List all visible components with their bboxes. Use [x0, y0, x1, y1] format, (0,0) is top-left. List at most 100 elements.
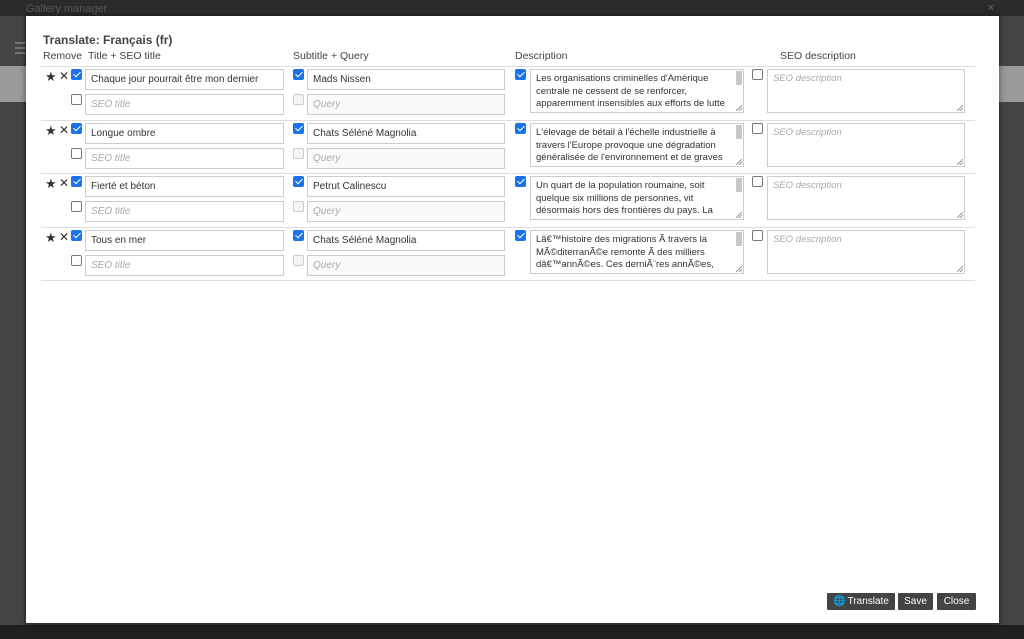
- seo-title-input[interactable]: SEO title: [85, 148, 284, 169]
- seo-title-checkbox[interactable]: [71, 201, 82, 212]
- star-icon[interactable]: ★: [45, 176, 57, 192]
- resize-handle[interactable]: [957, 105, 963, 111]
- resize-handle[interactable]: [957, 159, 963, 165]
- seo-description-textarea[interactable]: SEO description: [767, 176, 965, 220]
- header-remove: Remove: [43, 50, 83, 62]
- seo-description-placeholder: SEO description: [773, 234, 842, 245]
- translate-button[interactable]: 🌐 Translate: [827, 593, 895, 610]
- header-title-seo: Title + SEO title: [88, 50, 161, 62]
- resize-handle[interactable]: [957, 212, 963, 218]
- close-button[interactable]: Close: [937, 593, 976, 610]
- query-checkbox[interactable]: [293, 94, 304, 105]
- query-checkbox[interactable]: [293, 201, 304, 212]
- window-title: Gallery manager: [26, 3, 108, 15]
- description-text: Un quart de la population roumaine, soit…: [536, 180, 713, 216]
- query-input[interactable]: Query: [307, 148, 505, 169]
- subtitle-checkbox[interactable]: [293, 123, 304, 134]
- remove-icon[interactable]: ✕: [59, 123, 69, 137]
- seo-title-input[interactable]: SEO title: [85, 94, 284, 115]
- description-checkbox[interactable]: [515, 176, 526, 187]
- subtitle-input[interactable]: Mads Nissen: [307, 69, 505, 90]
- seo-title-checkbox[interactable]: [71, 148, 82, 159]
- seo-description-checkbox[interactable]: [752, 176, 763, 187]
- title-input[interactable]: Tous en mer: [85, 230, 284, 251]
- seo-description-checkbox[interactable]: [752, 123, 763, 134]
- subtitle-checkbox[interactable]: [293, 69, 304, 80]
- seo-description-placeholder: SEO description: [773, 127, 842, 138]
- translation-row: ★ ✕ Fierté et béton SEO title Petrut Calines…: [41, 173, 975, 226]
- remove-icon[interactable]: ✕: [59, 69, 69, 83]
- seo-title-input[interactable]: SEO title: [85, 201, 284, 222]
- backdrop-left: [0, 16, 24, 639]
- resize-handle[interactable]: [957, 266, 963, 272]
- query-checkbox[interactable]: [293, 255, 304, 266]
- title-checkbox[interactable]: [71, 230, 82, 241]
- star-icon[interactable]: ★: [45, 230, 57, 246]
- title-input[interactable]: Fierté et béton: [85, 176, 284, 197]
- save-button[interactable]: Save: [898, 593, 933, 610]
- query-input[interactable]: Query: [307, 94, 505, 115]
- resize-handle[interactable]: [736, 105, 742, 111]
- description-textarea[interactable]: L'élevage de bétail à l'échelle industri…: [530, 123, 744, 167]
- globe-icon: 🌐: [833, 596, 846, 607]
- seo-title-checkbox[interactable]: [71, 255, 82, 266]
- seo-description-placeholder: SEO description: [773, 180, 842, 191]
- translation-row: ★ ✕ Tous en mer SEO title Chats Séléné Magno…: [41, 227, 975, 281]
- seo-description-checkbox[interactable]: [752, 69, 763, 80]
- subtitle-input[interactable]: Chats Séléné Magnolia: [307, 123, 505, 144]
- scrollbar[interactable]: [736, 125, 742, 139]
- scrollbar[interactable]: [736, 178, 742, 192]
- title-checkbox[interactable]: [71, 69, 82, 80]
- header-subtitle-query: Subtitle + Query: [293, 50, 369, 62]
- resize-handle[interactable]: [736, 266, 742, 272]
- seo-description-checkbox[interactable]: [752, 230, 763, 241]
- seo-description-textarea[interactable]: SEO description: [767, 230, 965, 274]
- subtitle-checkbox[interactable]: [293, 230, 304, 241]
- query-input[interactable]: Query: [307, 201, 505, 222]
- backdrop-band-left: [0, 66, 26, 102]
- app-topbar: [0, 0, 1024, 16]
- seo-title-checkbox[interactable]: [71, 94, 82, 105]
- seo-description-placeholder: SEO description: [773, 73, 842, 84]
- menu-icon[interactable]: [15, 42, 25, 57]
- description-textarea[interactable]: Lâ€™histoire des migrations Ã travers la…: [530, 230, 744, 274]
- description-textarea[interactable]: Un quart de la population roumaine, soit…: [530, 176, 744, 220]
- subtitle-input[interactable]: Chats Séléné Magnolia: [307, 230, 505, 251]
- title-checkbox[interactable]: [71, 176, 82, 187]
- resize-handle[interactable]: [736, 212, 742, 218]
- title-input[interactable]: Chaque jour pourrait être mon dernier: [85, 69, 284, 90]
- scrollbar[interactable]: [736, 71, 742, 85]
- translate-button-label: Translate: [847, 596, 889, 607]
- window-close-icon[interactable]: ×: [988, 2, 994, 14]
- title-checkbox[interactable]: [71, 123, 82, 134]
- remove-icon[interactable]: ✕: [59, 176, 69, 190]
- description-checkbox[interactable]: [515, 123, 526, 134]
- remove-icon[interactable]: ✕: [59, 230, 69, 244]
- header-description: Description: [515, 50, 568, 62]
- title-input[interactable]: Longue ombre: [85, 123, 284, 144]
- description-text: Les organisations criminelles d'Amérique…: [536, 73, 725, 109]
- star-icon[interactable]: ★: [45, 69, 57, 85]
- description-text: Lâ€™histoire des migrations Ã travers la…: [536, 234, 714, 273]
- app-bottombar: [0, 625, 1024, 639]
- description-checkbox[interactable]: [515, 69, 526, 80]
- seo-title-input[interactable]: SEO title: [85, 255, 284, 276]
- translation-row: ★ ✕ Chaque jour pourrait être mon dernier S…: [41, 66, 975, 119]
- seo-description-textarea[interactable]: SEO description: [767, 69, 965, 113]
- description-textarea[interactable]: Les organisations criminelles d'Amérique…: [530, 69, 744, 113]
- subtitle-checkbox[interactable]: [293, 176, 304, 187]
- scrollbar[interactable]: [736, 232, 742, 246]
- description-text: L'élevage de bétail à l'échelle industri…: [536, 127, 723, 163]
- modal-title: Translate: Français (fr): [43, 33, 173, 47]
- seo-description-textarea[interactable]: SEO description: [767, 123, 965, 167]
- star-icon[interactable]: ★: [45, 123, 57, 139]
- description-checkbox[interactable]: [515, 230, 526, 241]
- translation-row: ★ ✕ Longue ombre SEO title Chats Séléné Magn…: [41, 120, 975, 173]
- translate-modal: Translate: Français (fr) Remove Title + …: [26, 16, 999, 623]
- backdrop-band-right: [998, 66, 1024, 102]
- query-input[interactable]: Query: [307, 255, 505, 276]
- subtitle-input[interactable]: Petrut Calinescu: [307, 176, 505, 197]
- query-checkbox[interactable]: [293, 148, 304, 159]
- backdrop-right: [1000, 16, 1024, 639]
- resize-handle[interactable]: [736, 159, 742, 165]
